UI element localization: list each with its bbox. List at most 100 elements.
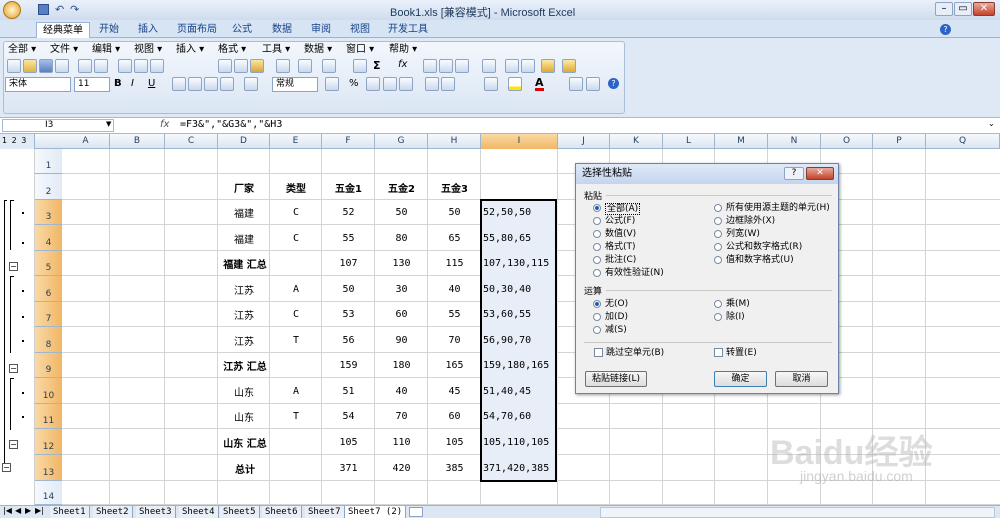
paste-radio-left-2[interactable] [593, 230, 601, 238]
operation-radio-right-1[interactable] [714, 313, 722, 321]
cell-f4[interactable]: 55 [322, 225, 375, 251]
number-format-combo[interactable]: 常规 [272, 77, 318, 92]
cell-e6[interactable]: A [270, 276, 322, 302]
spelling-icon[interactable] [118, 59, 132, 73]
increase-indent-icon[interactable] [441, 77, 455, 91]
cell-h13[interactable]: 385 [428, 455, 481, 481]
paste-radio-right-0[interactable] [714, 204, 722, 212]
cell-g8[interactable]: 90 [375, 327, 428, 353]
cut-icon[interactable] [218, 59, 232, 73]
prev-sheet-icon[interactable]: ◀ [15, 506, 21, 515]
cell-f14[interactable] [322, 481, 375, 505]
redo-icon[interactable]: ↷ [70, 3, 79, 16]
cell-f5[interactable]: 107 [322, 251, 375, 276]
help-circle-icon[interactable]: ? [608, 78, 619, 89]
help-icon[interactable]: ? [940, 24, 951, 35]
cell-h9[interactable]: 165 [428, 353, 481, 378]
row-header-7[interactable]: 7 [35, 302, 62, 327]
cell-e11[interactable]: T [270, 404, 322, 429]
cell-f3[interactable]: 52 [322, 200, 375, 225]
cell-d6[interactable]: 江苏 [218, 276, 270, 302]
cell-g10[interactable]: 40 [375, 378, 428, 404]
underline-button[interactable]: U [148, 78, 155, 89]
operation-radio-left-0[interactable] [593, 300, 601, 308]
cell-d4[interactable]: 福建 [218, 225, 270, 251]
drawing-icon[interactable] [505, 59, 519, 73]
save-icon[interactable] [39, 59, 53, 73]
tab-page-layout[interactable]: 页面布局 [171, 22, 223, 38]
permission-icon[interactable] [55, 59, 69, 73]
justify-icon[interactable] [220, 77, 234, 91]
column-header-d[interactable]: D [218, 134, 270, 149]
menu-insert[interactable]: 插入 ▾ [176, 43, 204, 56]
paste-radio-right-3[interactable] [714, 243, 722, 251]
undo-icon[interactable]: ↶ [55, 3, 64, 16]
column-header-a[interactable]: A [62, 134, 110, 149]
cell-h10[interactable]: 45 [428, 378, 481, 404]
cell-h1[interactable] [428, 149, 481, 174]
function-icon[interactable]: fx [398, 59, 407, 70]
cell-f9[interactable]: 159 [322, 353, 375, 378]
operation-radio-right-0[interactable] [714, 300, 722, 308]
transpose-checkbox[interactable] [714, 348, 723, 357]
name-box-dropdown-icon[interactable]: ▼ [106, 120, 111, 128]
cell-f7[interactable]: 53 [322, 302, 375, 327]
research-icon[interactable] [134, 59, 148, 73]
column-header-m[interactable]: M [715, 134, 768, 149]
cell-e5[interactable] [270, 251, 322, 276]
column-header-i[interactable]: I [481, 134, 558, 149]
paste-radio-left-4[interactable] [593, 256, 601, 264]
sort-desc-icon[interactable] [439, 59, 453, 73]
next-sheet-icon[interactable]: ▶ [25, 506, 31, 515]
row-header-3[interactable]: 3 [35, 200, 62, 225]
autosum-icon[interactable]: Σ [373, 59, 381, 72]
tab-data[interactable]: 数据 [266, 22, 298, 38]
cell-f1[interactable] [322, 149, 375, 174]
styles-icon[interactable] [569, 77, 583, 91]
row-header-12[interactable]: 12 [35, 429, 62, 455]
cell-f2[interactable]: 五金1 [322, 174, 375, 200]
sheet-tab-5[interactable]: Sheet5 [220, 506, 260, 518]
cell-d7[interactable]: 江苏 [218, 302, 270, 327]
menu-window[interactable]: 窗口 ▾ [346, 43, 374, 56]
cell-h12[interactable]: 105 [428, 429, 481, 455]
menu-help[interactable]: 帮助 ▾ [389, 43, 417, 56]
sheet-tab-2[interactable]: Sheet2 [93, 506, 133, 518]
borders-icon[interactable] [484, 77, 498, 91]
column-header-c[interactable]: C [165, 134, 218, 149]
close-button[interactable]: ✕ [973, 2, 995, 16]
office-button[interactable] [3, 1, 21, 19]
paste-radio-left-3[interactable] [593, 243, 601, 251]
cell-h8[interactable]: 70 [428, 327, 481, 353]
menu-file[interactable]: 文件 ▾ [50, 43, 78, 56]
cell-g1[interactable] [375, 149, 428, 174]
cell-d3[interactable]: 福建 [218, 200, 270, 225]
cell-h14[interactable] [428, 481, 481, 505]
paste-radio-left-5[interactable] [593, 269, 601, 277]
tab-review[interactable]: 审阅 [305, 22, 337, 38]
cell-e13[interactable] [270, 455, 322, 481]
redo-icon[interactable] [322, 59, 336, 73]
cell-e7[interactable]: C [270, 302, 322, 327]
column-header-b[interactable]: B [110, 134, 165, 149]
dialog-close-button[interactable]: ✕ [806, 167, 834, 180]
sheet-tab-8[interactable]: Sheet7 (2) [345, 506, 407, 518]
expand-formula-icon[interactable]: ⌄ [988, 119, 995, 128]
menu-data[interactable]: 数据 ▾ [304, 43, 332, 56]
filter-icon[interactable] [455, 59, 469, 73]
cell-f11[interactable]: 54 [322, 404, 375, 429]
horizontal-scrollbar[interactable] [600, 507, 995, 518]
copy-icon[interactable] [234, 59, 248, 73]
fx-button[interactable]: fx [160, 119, 169, 130]
cell-e2[interactable]: 类型 [270, 174, 322, 200]
column-header-k[interactable]: K [610, 134, 663, 149]
cell-i14[interactable] [481, 481, 558, 505]
cell-e10[interactable]: A [270, 378, 322, 404]
paste-radio-left-0[interactable] [593, 204, 601, 212]
row-header-1[interactable]: 1 [35, 149, 62, 174]
macro-icon[interactable] [541, 59, 555, 73]
cell-e9[interactable] [270, 353, 322, 378]
cell-d14[interactable] [218, 481, 270, 505]
cell-g4[interactable]: 80 [375, 225, 428, 251]
dialog-help-button[interactable]: ? [784, 167, 804, 180]
